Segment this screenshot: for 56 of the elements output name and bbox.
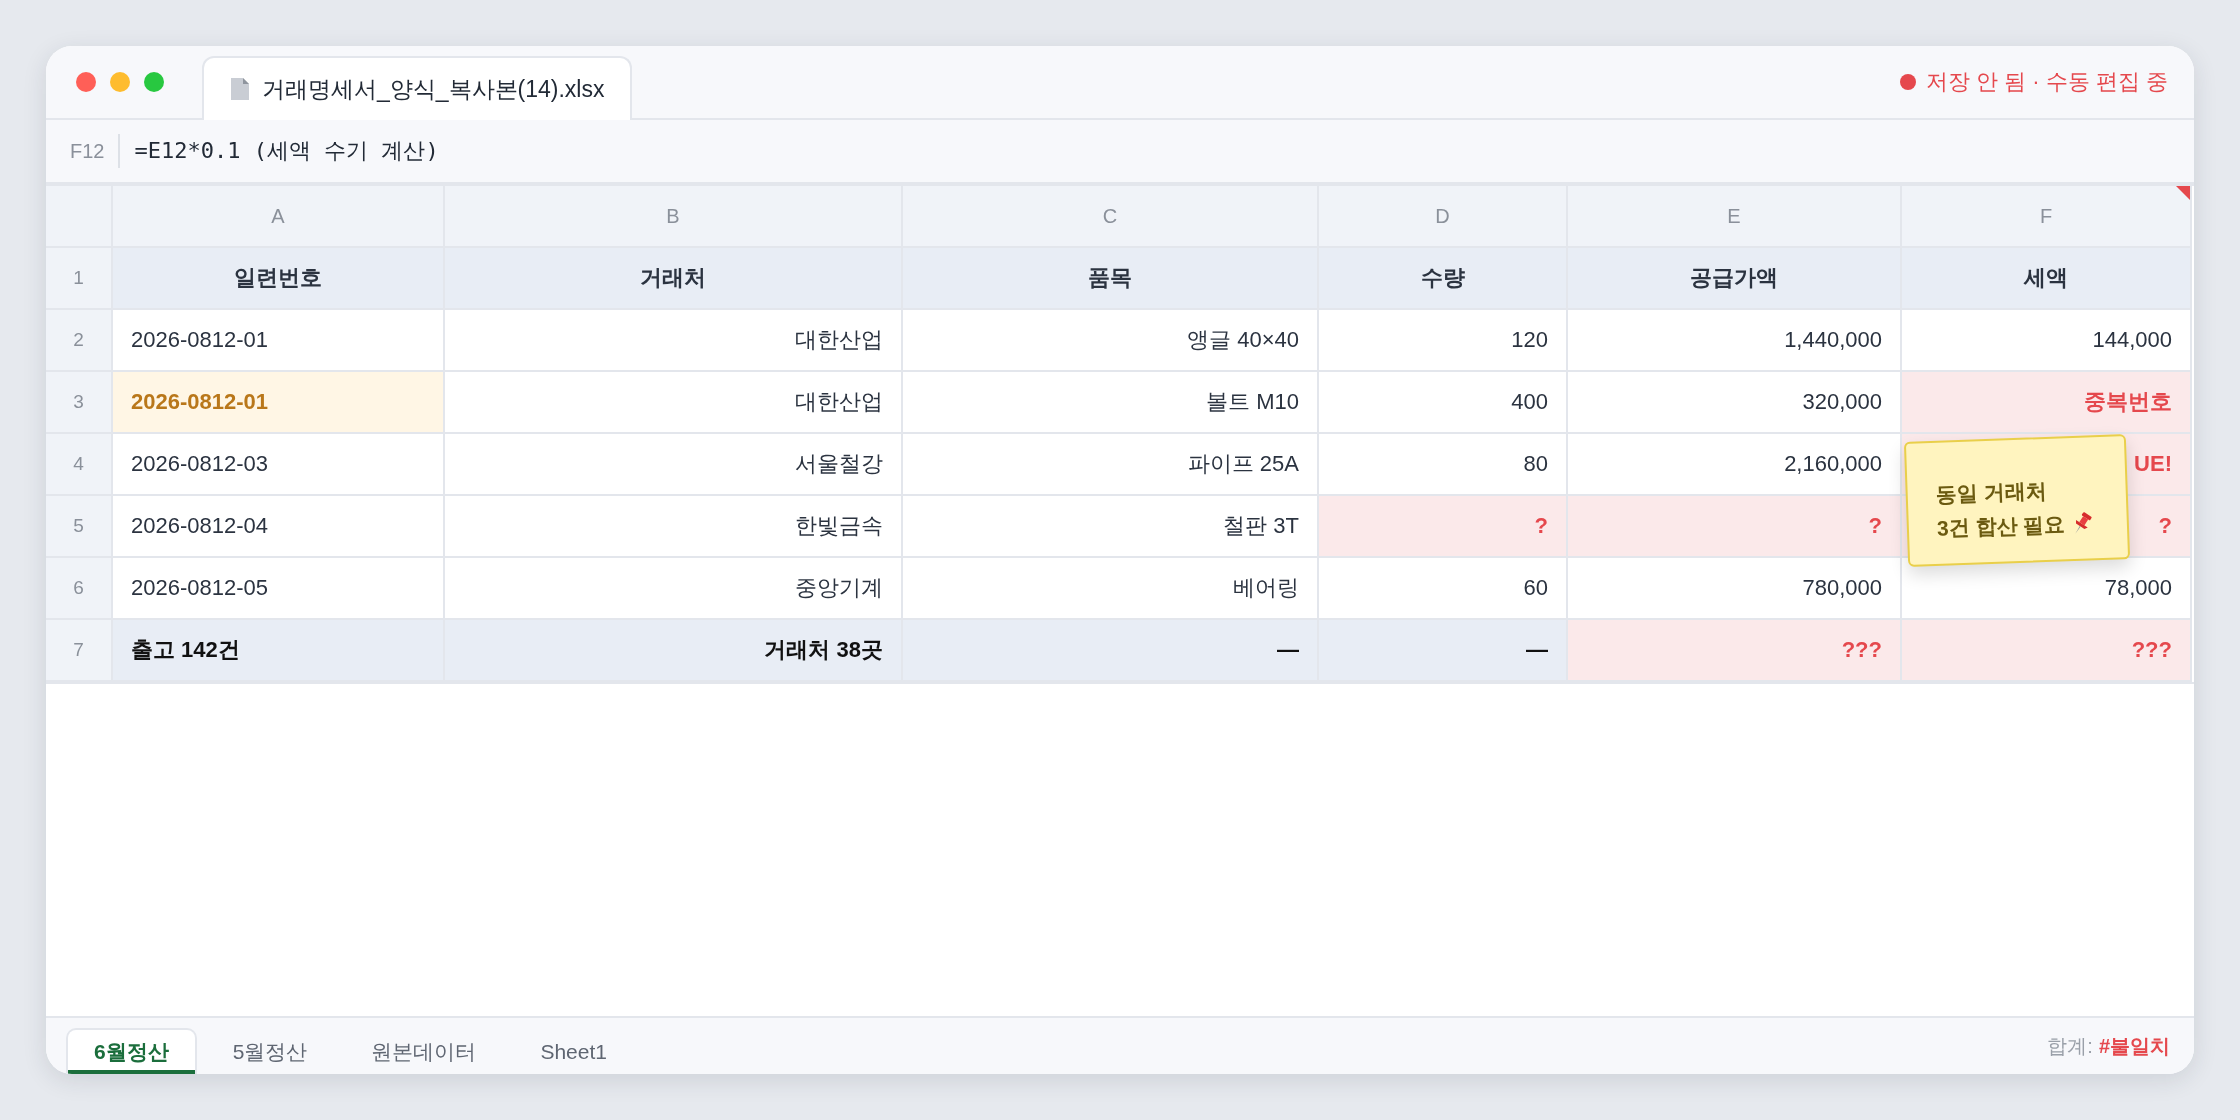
table-cell: 2026-0812-01 [113,372,445,434]
column-title: 세액 [1902,248,2192,310]
row-header[interactable]: 3 [46,372,113,434]
total-cell: — [1319,620,1568,682]
column-header[interactable]: E [1568,186,1902,248]
save-status: 저장 안 됨 · 수동 편집 중 [1926,68,2168,96]
total-cell: — [903,620,1319,682]
close-button[interactable] [76,72,96,92]
sheet-tab[interactable]: Sheet1 [512,1028,635,1074]
column-title: 일련번호 [113,248,445,310]
sheet-tab[interactable]: 6월정산 [66,1028,197,1074]
table-cell: 중복번호 [1902,372,2192,434]
table-cell: 대한산업 [445,372,903,434]
total-cell: 거래처 38곳 [445,620,903,682]
row-header[interactable]: 2 [46,310,113,372]
column-title: 공급가액 [1568,248,1902,310]
column-header[interactable]: B [445,186,903,248]
sheet-tab[interactable]: 원본데이터 [343,1028,505,1074]
minimize-button[interactable] [110,72,130,92]
document-icon [230,77,250,101]
sum-value: #불일치 [2098,1033,2170,1059]
total-cell: ??? [1902,620,2192,682]
column-header[interactable]: F [1902,186,2192,248]
column-header[interactable]: A [113,186,445,248]
row-header[interactable]: 6 [46,558,113,620]
table-cell: 1,440,000 [1568,310,1902,372]
table-cell: 400 [1319,372,1568,434]
column-header[interactable]: C [903,186,1319,248]
table-cell: ? [1319,496,1568,558]
total-cell: ??? [1568,620,1902,682]
total-cell: 출고 142건 [113,620,445,682]
row-header[interactable]: 5 [46,496,113,558]
table-cell: 대한산업 [445,310,903,372]
table-cell: ? [1568,496,1902,558]
formula-field[interactable]: =E12*0.1 (세액 수기 계산) [134,136,439,166]
table-cell: 2026-0812-03 [113,434,445,496]
zoom-button[interactable] [144,72,164,92]
table-cell: 앵글 40×40 [903,310,1319,372]
column-header[interactable]: D [1319,186,1568,248]
unsaved-dot [1900,74,1916,90]
table-cell: 서울철강 [445,434,903,496]
file-tab[interactable]: 거래명세서_양식_복사본(14).xlsx [202,56,633,120]
row-header[interactable]: 4 [46,434,113,496]
sum-label: 합계: [2047,1033,2093,1059]
column-title: 거래처 [445,248,903,310]
column-title: 품목 [903,248,1319,310]
cell-reference: F12 [70,134,121,168]
table-cell: 파이프 25A [903,434,1319,496]
column-title: 수량 [1319,248,1568,310]
sheet-tab[interactable]: 5월정산 [204,1028,336,1074]
table-cell: 볼트 M10 [903,372,1319,434]
row-header[interactable]: 7 [46,620,113,682]
table-cell: 한빛금속 [445,496,903,558]
row-header[interactable]: 1 [46,248,113,310]
table-cell: 2026-0812-04 [113,496,445,558]
table-cell: 120 [1319,310,1568,372]
